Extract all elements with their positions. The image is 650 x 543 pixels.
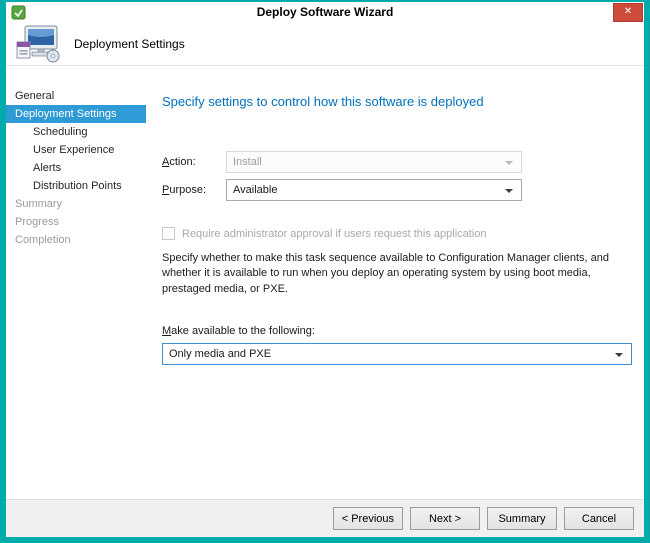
page-heading: Specify settings to control how this sof… <box>162 94 632 109</box>
settings-form: Action: Install Purpose: Available <box>162 151 632 201</box>
action-value: Install <box>233 156 262 168</box>
app-icon <box>11 5 26 20</box>
sidebar-item-deployment-settings[interactable]: Deployment Settings <box>6 105 146 123</box>
sidebar-item-progress: Progress <box>6 213 146 231</box>
approval-checkbox <box>162 227 175 240</box>
next-button[interactable]: Next > <box>410 507 480 530</box>
chevron-down-icon <box>505 161 513 165</box>
task-sequence-description: Specify whether to make this task sequen… <box>162 251 632 297</box>
titlebar: Deploy Software Wizard ✕ <box>6 2 644 22</box>
chevron-down-icon <box>505 189 513 193</box>
action-row: Action: Install <box>162 151 632 173</box>
make-available-dropdown[interactable]: Only media and PXE <box>162 343 632 365</box>
wizard-header: Deployment Settings <box>6 22 644 66</box>
sidebar-item-alerts[interactable]: Alerts <box>6 159 146 177</box>
close-icon: ✕ <box>624 7 632 17</box>
sidebar-item-user-experience[interactable]: User Experience <box>6 141 146 159</box>
approval-checkbox-label: Require administrator approval if users … <box>182 228 487 240</box>
summary-button[interactable]: Summary <box>487 507 557 530</box>
approval-checkbox-row: Require administrator approval if users … <box>162 227 632 240</box>
purpose-label: Purpose: <box>162 184 226 196</box>
deploy-software-icon <box>16 25 62 63</box>
deploy-software-wizard-window: Deploy Software Wizard ✕ Deployment Sett… <box>0 0 650 543</box>
purpose-value: Available <box>233 184 277 196</box>
sidebar-item-general[interactable]: General <box>6 87 146 105</box>
purpose-dropdown[interactable]: Available <box>226 179 522 201</box>
sidebar-item-completion: Completion <box>6 231 146 249</box>
purpose-row: Purpose: Available <box>162 179 632 201</box>
wizard-footer: < Previous Next > Summary Cancel <box>6 499 644 537</box>
action-label: Action: <box>162 156 226 168</box>
chevron-down-icon <box>615 353 623 357</box>
sidebar-item-summary: Summary <box>6 195 146 213</box>
make-available-label: Make available to the following: <box>162 325 315 337</box>
close-button[interactable]: ✕ <box>613 3 643 22</box>
window-title: Deploy Software Wizard <box>6 5 644 19</box>
wizard-steps-sidebar: General Deployment Settings Scheduling U… <box>6 66 146 499</box>
previous-button[interactable]: < Previous <box>333 507 403 530</box>
sidebar-item-scheduling[interactable]: Scheduling <box>6 123 146 141</box>
page-title: Deployment Settings <box>74 37 185 51</box>
wizard-body: General Deployment Settings Scheduling U… <box>6 66 644 499</box>
cancel-button[interactable]: Cancel <box>564 507 634 530</box>
sidebar-item-distribution-points[interactable]: Distribution Points <box>6 177 146 195</box>
action-dropdown: Install <box>226 151 522 173</box>
make-available-value: Only media and PXE <box>169 348 271 360</box>
deployment-settings-page: Specify settings to control how this sof… <box>146 66 644 499</box>
